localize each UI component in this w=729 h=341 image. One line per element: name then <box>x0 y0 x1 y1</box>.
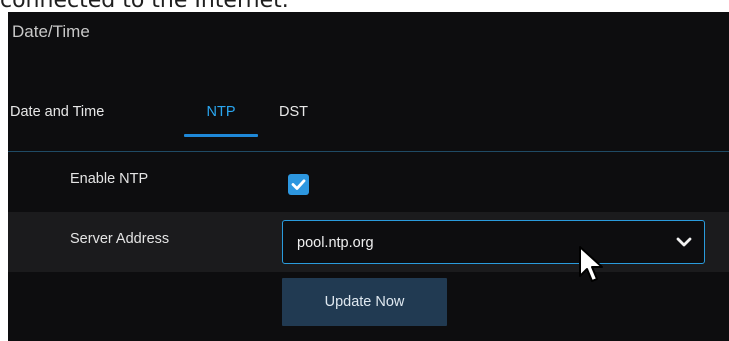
server-address-value: pool.ntp.org <box>297 235 374 251</box>
tab-dst-label: DST <box>279 104 308 120</box>
tab-ntp-label: NTP <box>206 104 236 120</box>
page: connected to the Internet. Date/Time Dat… <box>0 0 729 341</box>
server-address-row: Server Address pool.ntp.org <box>8 212 729 272</box>
tab-dst[interactable]: DST <box>279 102 327 150</box>
panel-title: Date/Time <box>12 22 90 41</box>
top-caption: connected to the Internet. <box>0 0 729 12</box>
tab-ntp[interactable]: NTP <box>184 102 258 150</box>
enable-ntp-row: Enable NTP <box>8 152 729 212</box>
chevron-down-icon[interactable] <box>676 236 692 248</box>
server-address-label: Server Address <box>70 231 170 247</box>
enable-ntp-checkbox[interactable] <box>288 174 309 195</box>
update-now-button[interactable]: Update Now <box>282 278 447 326</box>
tab-date-and-time[interactable]: Date and Time <box>10 102 160 150</box>
check-icon <box>291 179 306 190</box>
enable-ntp-label: Enable NTP <box>70 171 149 187</box>
date-time-panel: Date/Time Date and Time NTP DST Enable N… <box>8 12 729 341</box>
active-tab-indicator <box>184 134 258 137</box>
tab-bar: Date and Time NTP DST <box>8 102 729 150</box>
tab-date-and-time-label: Date and Time <box>10 104 105 120</box>
server-address-select[interactable]: pool.ntp.org <box>282 220 705 264</box>
